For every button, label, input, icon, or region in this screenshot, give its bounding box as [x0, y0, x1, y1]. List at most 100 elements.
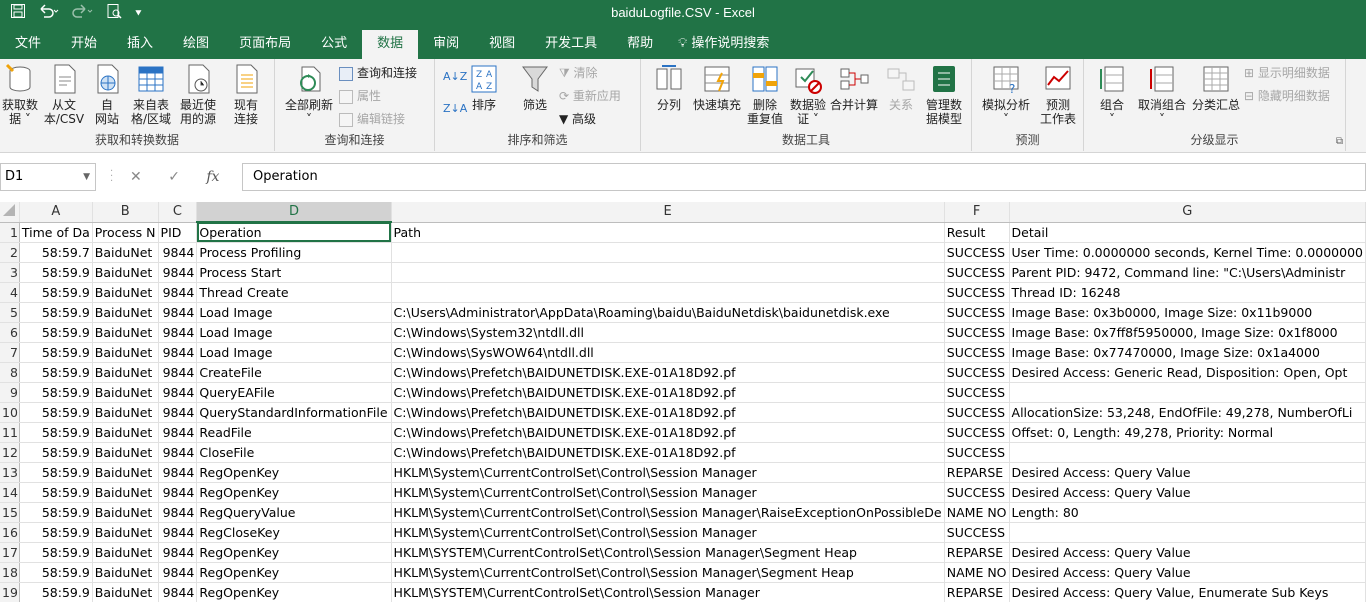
- cell-c[interactable]: 9844: [158, 262, 198, 283]
- cell-b[interactable]: BaiduNet: [92, 502, 159, 523]
- cell-c[interactable]: 9844: [158, 422, 198, 443]
- cell-d[interactable]: QueryEAFile: [196, 382, 392, 403]
- cell-f[interactable]: SUCCESS: [944, 322, 1010, 343]
- flash-fill-button[interactable]: 快速填充: [691, 63, 743, 112]
- manage-data-model-button[interactable]: 管理数 据模型: [921, 63, 967, 126]
- advanced-filter-button[interactable]: ▼ 高级: [559, 109, 596, 129]
- column-header-d[interactable]: D: [196, 202, 392, 223]
- row-header[interactable]: 3: [0, 262, 20, 283]
- cancel-icon[interactable]: ✕: [130, 169, 142, 185]
- cell-g[interactable]: Image Base: 0x3b0000, Image Size: 0x11b9…: [1009, 302, 1366, 323]
- cell-f[interactable]: SUCCESS: [944, 382, 1010, 403]
- cell-c[interactable]: 9844: [158, 362, 198, 383]
- tab-developer[interactable]: 开发工具: [530, 28, 612, 59]
- cell-f[interactable]: SUCCESS: [944, 262, 1010, 283]
- cell-e[interactable]: HKLM\System\CurrentControlSet\Control\Se…: [391, 482, 945, 503]
- cell-g[interactable]: [1009, 442, 1366, 463]
- cell-d[interactable]: RegCloseKey: [196, 522, 392, 543]
- cell-c[interactable]: 9844: [158, 502, 198, 523]
- cell-a[interactable]: 58:59.9: [19, 382, 93, 403]
- cell-f[interactable]: Result: [944, 222, 1010, 243]
- cell-e[interactable]: C:\Windows\Prefetch\BAIDUNETDISK.EXE-01A…: [391, 382, 945, 403]
- cell-b[interactable]: BaiduNet: [92, 462, 159, 483]
- cell-d[interactable]: RegOpenKey: [196, 462, 392, 483]
- cell-a[interactable]: 58:59.9: [19, 462, 93, 483]
- formula-input[interactable]: Operation: [242, 163, 1366, 191]
- queries-connections-button[interactable]: 查询和连接: [339, 63, 417, 83]
- cell-d[interactable]: RegOpenKey: [196, 542, 392, 563]
- cell-b[interactable]: BaiduNet: [92, 542, 159, 563]
- subtotal-button[interactable]: 分类汇总: [1190, 63, 1242, 112]
- cell-d[interactable]: Thread Create: [196, 282, 392, 303]
- text-to-columns-button[interactable]: 分列: [651, 63, 687, 112]
- tab-insert[interactable]: 插入: [112, 28, 168, 59]
- row-header[interactable]: 17: [0, 542, 20, 563]
- cell-a[interactable]: 58:59.9: [19, 262, 93, 283]
- refresh-all-button[interactable]: 全部刷新 ˅: [281, 63, 337, 126]
- insert-function-icon[interactable]: fx: [206, 169, 219, 185]
- cell-g[interactable]: Image Base: 0x7ff8f5950000, Image Size: …: [1009, 322, 1366, 343]
- cell-d[interactable]: ReadFile: [196, 422, 392, 443]
- cell-e[interactable]: C:\Windows\Prefetch\BAIDUNETDISK.EXE-01A…: [391, 402, 945, 423]
- row-header[interactable]: 1: [0, 222, 20, 243]
- cell-a[interactable]: 58:59.9: [19, 442, 93, 463]
- get-data-button[interactable]: 获取数 据 ˅: [0, 63, 40, 126]
- cell-g[interactable]: Image Base: 0x77470000, Image Size: 0x1a…: [1009, 342, 1366, 363]
- row-header[interactable]: 4: [0, 282, 20, 303]
- cell-f[interactable]: SUCCESS: [944, 342, 1010, 363]
- cell-g[interactable]: Desired Access: Generic Read, Dispositio…: [1009, 362, 1366, 383]
- edit-links-button[interactable]: 编辑链接: [339, 109, 405, 129]
- cell-e[interactable]: C:\Windows\Prefetch\BAIDUNETDISK.EXE-01A…: [391, 442, 945, 463]
- cell-c[interactable]: 9844: [158, 522, 198, 543]
- cell-e[interactable]: [391, 262, 945, 283]
- sort-descending-icon[interactable]: Z↓A: [443, 99, 467, 119]
- enter-icon[interactable]: ✓: [168, 169, 180, 185]
- cell-d[interactable]: CreateFile: [196, 362, 392, 383]
- cell-e[interactable]: C:\Windows\Prefetch\BAIDUNETDISK.EXE-01A…: [391, 422, 945, 443]
- filter-button[interactable]: 筛选: [515, 63, 555, 112]
- cell-a[interactable]: 58:59.9: [19, 362, 93, 383]
- cell-f[interactable]: REPARSE: [944, 462, 1010, 483]
- tab-formulas[interactable]: 公式: [306, 28, 362, 59]
- recent-sources-button[interactable]: 最近使 用的源: [176, 63, 220, 126]
- forecast-sheet-button[interactable]: 预测 工作表: [1036, 63, 1080, 126]
- cell-c[interactable]: 9844: [158, 402, 198, 423]
- cell-b[interactable]: BaiduNet: [92, 402, 159, 423]
- show-detail-button[interactable]: ⊞ 显示明细数据: [1244, 63, 1330, 83]
- cell-e[interactable]: HKLM\System\CurrentControlSet\Control\Se…: [391, 502, 945, 523]
- cell-e[interactable]: C:\Users\Administrator\AppData\Roaming\b…: [391, 302, 945, 323]
- hide-detail-button[interactable]: ⊟ 隐藏明细数据: [1244, 86, 1330, 106]
- consolidate-button[interactable]: 合并计算: [829, 63, 879, 112]
- dialog-launcher-icon[interactable]: ⧉: [1336, 136, 1343, 147]
- chevron-down-icon[interactable]: ▼: [83, 164, 90, 190]
- ungroup-button[interactable]: 取消组合 ˅: [1134, 63, 1190, 126]
- row-header[interactable]: 12: [0, 442, 20, 463]
- cell-g[interactable]: Desired Access: Query Value: [1009, 482, 1366, 503]
- cell-g[interactable]: Detail: [1009, 222, 1366, 243]
- column-header-c[interactable]: C: [158, 202, 198, 223]
- existing-connections-button[interactable]: 现有 连接: [226, 63, 266, 126]
- cell-f[interactable]: REPARSE: [944, 582, 1010, 602]
- cell-g[interactable]: Desired Access: Query Value: [1009, 562, 1366, 583]
- cell-e[interactable]: HKLM\System\CurrentControlSet\Control\Se…: [391, 522, 945, 543]
- cell-f[interactable]: REPARSE: [944, 542, 1010, 563]
- row-header[interactable]: 8: [0, 362, 20, 383]
- select-all-corner[interactable]: [0, 202, 20, 223]
- cell-f[interactable]: SUCCESS: [944, 442, 1010, 463]
- cell-g[interactable]: Desired Access: Query Value: [1009, 542, 1366, 563]
- row-header[interactable]: 5: [0, 302, 20, 323]
- cell-a[interactable]: 58:59.9: [19, 482, 93, 503]
- tab-data[interactable]: 数据: [362, 30, 419, 59]
- cell-b[interactable]: BaiduNet: [92, 262, 159, 283]
- what-if-analysis-button[interactable]: ? 模拟分析 ˅: [978, 63, 1034, 126]
- cell-c[interactable]: 9844: [158, 482, 198, 503]
- relationships-button[interactable]: 关系: [883, 63, 919, 112]
- column-header-b[interactable]: B: [92, 202, 159, 223]
- cell-g[interactable]: User Time: 0.0000000 seconds, Kernel Tim…: [1009, 242, 1366, 263]
- cell-f[interactable]: SUCCESS: [944, 482, 1010, 503]
- row-header[interactable]: 7: [0, 342, 20, 363]
- properties-button[interactable]: 属性: [339, 86, 381, 106]
- remove-duplicates-button[interactable]: 删除 重复值: [745, 63, 785, 126]
- tab-review[interactable]: 审阅: [418, 28, 474, 59]
- cell-b[interactable]: BaiduNet: [92, 282, 159, 303]
